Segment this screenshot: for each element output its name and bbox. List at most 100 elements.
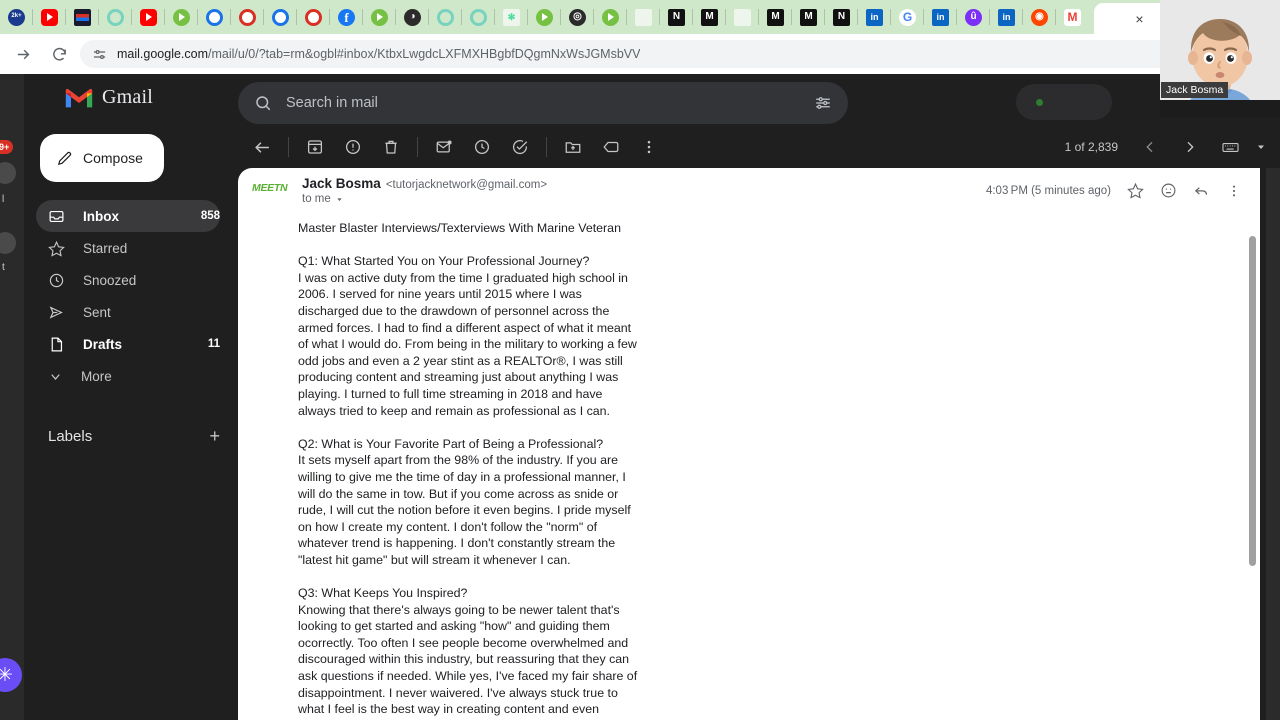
- favicon-icon: in: [932, 8, 949, 26]
- tab-linkedin-2[interactable]: in: [924, 0, 957, 34]
- reload-icon[interactable]: [44, 39, 74, 69]
- tab-linkedin-1[interactable]: in: [858, 0, 891, 34]
- add-label-icon[interactable]: +: [209, 426, 220, 447]
- sidebar-item-more[interactable]: More: [36, 360, 220, 392]
- tab-2k[interactable]: [0, 0, 33, 34]
- q2-body: It sets myself apart from the 98% of the…: [298, 453, 631, 567]
- message-body: Master Blaster Interviews/Texterviews Wi…: [238, 214, 638, 720]
- recipient-label: to me: [302, 193, 331, 205]
- search-input[interactable]: [286, 95, 800, 111]
- tab-blank[interactable]: [627, 0, 660, 34]
- report-spam-button[interactable]: [335, 129, 371, 165]
- tab-faded[interactable]: [726, 0, 759, 34]
- snooze-button[interactable]: [464, 129, 500, 165]
- tab-ring-blue-1[interactable]: [198, 0, 231, 34]
- sidebar-item-inbox[interactable]: Inbox 858: [36, 200, 220, 232]
- search-bar[interactable]: [238, 82, 848, 124]
- burst-icon[interactable]: ✳: [0, 658, 22, 692]
- sidebar-item-label: Starred: [83, 240, 128, 256]
- webcam-overlay[interactable]: Jack Bosma: [1160, 0, 1280, 118]
- browser-tabs: f◑✻◎NMMMNinGinûin◉M: [0, 0, 1089, 34]
- tab-dark-4[interactable]: M: [792, 0, 825, 34]
- close-icon[interactable]: ×: [1135, 12, 1143, 26]
- favicon-icon: [536, 8, 553, 26]
- gmail-app: Gmail Search in mail Compose Inbox 858 S…: [24, 74, 1280, 720]
- site-settings-icon[interactable]: [92, 47, 107, 62]
- favicon-icon: N: [833, 8, 850, 26]
- keyboard-input-button[interactable]: [1212, 129, 1248, 165]
- sender-name[interactable]: Jack Bosma: [302, 176, 381, 191]
- message-counter: 1 of 2,839: [1064, 140, 1118, 154]
- reply-icon[interactable]: [1193, 182, 1210, 199]
- tab-google[interactable]: G: [891, 0, 924, 34]
- tab-dark-1[interactable]: N: [660, 0, 693, 34]
- account-avatar[interactable]: [1016, 84, 1112, 120]
- move-to-button[interactable]: [555, 129, 591, 165]
- tab-dark-3[interactable]: M: [759, 0, 792, 34]
- tab-flag[interactable]: [66, 0, 99, 34]
- tab-reddit[interactable]: ◉: [1023, 0, 1056, 34]
- favicon-icon: [74, 8, 91, 26]
- tab-gmail[interactable]: M: [1056, 0, 1089, 34]
- mark-unread-button[interactable]: [426, 129, 462, 165]
- forward-icon[interactable]: [8, 39, 38, 69]
- delete-button[interactable]: [373, 129, 409, 165]
- tab-play-3[interactable]: [528, 0, 561, 34]
- tab-dark-2[interactable]: M: [693, 0, 726, 34]
- tab-globe[interactable]: ◑: [396, 0, 429, 34]
- tab-play-2[interactable]: [363, 0, 396, 34]
- emoji-reaction-icon[interactable]: [1160, 182, 1177, 199]
- favicon-icon: [470, 8, 487, 26]
- scrollbar-track[interactable]: [1266, 168, 1280, 720]
- gmail-logo[interactable]: Gmail: [64, 86, 153, 109]
- sidebar-item-label: More: [81, 368, 112, 384]
- newer-message-button[interactable]: [1132, 129, 1168, 165]
- tab-ring-red-1[interactable]: [231, 0, 264, 34]
- draft-icon: [48, 336, 65, 353]
- url-bar[interactable]: mail.google.com/mail/u/0/?tab=rm&ogbl#in…: [80, 40, 1266, 68]
- webcam-controls-bar[interactable]: [1160, 100, 1280, 118]
- labels-button[interactable]: [593, 129, 629, 165]
- tab-chrome[interactable]: ◎: [561, 0, 594, 34]
- tab-ring-red-2[interactable]: [297, 0, 330, 34]
- sidebar-item-drafts[interactable]: Drafts 11: [36, 328, 220, 360]
- sidebar-item-label: Sent: [83, 304, 111, 320]
- favicon-icon: ◎: [569, 8, 586, 26]
- tab-asterisk[interactable]: ✻: [495, 0, 528, 34]
- keyboard-dropdown-icon[interactable]: [1252, 129, 1270, 165]
- rail-avatar-2[interactable]: [0, 232, 16, 254]
- tab-youtube-2[interactable]: [132, 0, 165, 34]
- compose-label: Compose: [83, 150, 143, 166]
- tab-ring-teal-2[interactable]: [429, 0, 462, 34]
- tab-linkedin-3[interactable]: in: [990, 0, 1023, 34]
- sidebar-item-sent[interactable]: Sent: [36, 296, 220, 328]
- back-to-inbox-button[interactable]: [244, 129, 280, 165]
- sidebar-item-starred[interactable]: Starred: [36, 232, 220, 264]
- tab-play-4[interactable]: [594, 0, 627, 34]
- compose-button[interactable]: Compose: [40, 134, 164, 182]
- tab-facebook[interactable]: f: [330, 0, 363, 34]
- tab-ring-teal-3[interactable]: [462, 0, 495, 34]
- more-options-button[interactable]: [631, 129, 667, 165]
- tab-youtube-1[interactable]: [33, 0, 66, 34]
- star-icon[interactable]: [1127, 182, 1144, 199]
- tab-u-purple[interactable]: û: [957, 0, 990, 34]
- older-message-button[interactable]: [1172, 129, 1208, 165]
- screen: f◑✻◎NMMMNinGinûin◉M × mail.google.com/ma…: [0, 0, 1280, 720]
- message-timestamp: 4:03 PM (5 minutes ago): [985, 184, 1111, 197]
- tab-ring-blue-2[interactable]: [264, 0, 297, 34]
- add-to-tasks-button[interactable]: [502, 129, 538, 165]
- message-toolbar: 1 of 2,839: [238, 126, 1280, 168]
- message-more-icon[interactable]: [1226, 183, 1242, 199]
- filter-options-icon[interactable]: [814, 94, 832, 112]
- favicon-icon: [140, 8, 157, 26]
- tab-ring-teal-1[interactable]: [99, 0, 132, 34]
- scrollbar-thumb[interactable]: [1249, 236, 1256, 566]
- tab-dark-5[interactable]: N: [825, 0, 858, 34]
- sidebar-item-snoozed[interactable]: Snoozed: [36, 264, 220, 296]
- rail-avatar-1[interactable]: [0, 162, 16, 184]
- archive-button[interactable]: [297, 129, 333, 165]
- message-card: MEETN Jack Bosma <tutorjacknetwork@gmail…: [238, 168, 1260, 720]
- q2-heading: Q2: What is Your Favorite Part of Being …: [298, 436, 604, 451]
- tab-play-1[interactable]: [165, 0, 198, 34]
